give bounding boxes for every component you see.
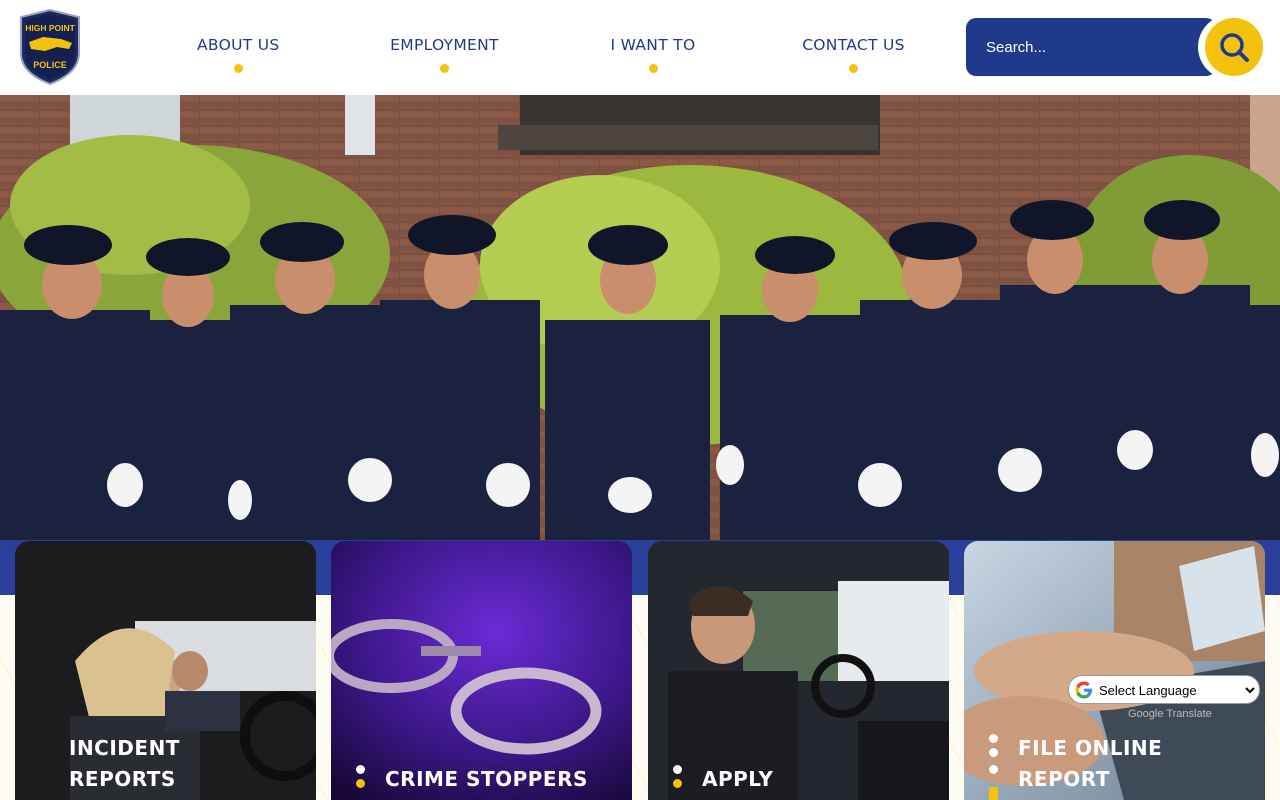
card-bullet — [989, 787, 998, 800]
nav-about-us[interactable]: ABOUT US — [197, 36, 279, 73]
card-bullet — [356, 765, 365, 774]
police-badge-icon: HIGH POINT POLICE — [20, 8, 80, 86]
card-title-line2: CRIME STOPPERS — [385, 767, 588, 791]
card-bullet — [989, 734, 998, 743]
nav-label: ABOUT US — [197, 36, 280, 54]
card-title-line2: REPORT — [1018, 767, 1110, 791]
officers-group-photo — [0, 95, 1280, 595]
site-header: HIGH POINT POLICE ABOUT US EMPLOYMENT I … — [0, 0, 1280, 95]
card-bullet — [989, 748, 998, 757]
handcuffs-photo — [331, 541, 632, 800]
card-title-line1: FILE ONLINE — [1018, 736, 1163, 760]
search-icon — [1220, 33, 1249, 62]
svg-text:HIGH POINT: HIGH POINT — [25, 23, 75, 33]
card-bullet — [356, 779, 365, 788]
card-bullet — [673, 779, 682, 788]
card-crime-stoppers[interactable]: CRIME STOPPERS — [331, 541, 632, 800]
nav-label: EMPLOYMENT — [390, 36, 499, 54]
officer-in-car-photo — [648, 541, 949, 800]
search-button[interactable] — [1198, 14, 1266, 80]
nav-dot — [648, 64, 658, 73]
site-logo[interactable]: HIGH POINT POLICE — [17, 8, 83, 86]
nav-employment[interactable]: EMPLOYMENT — [388, 36, 501, 73]
card-incident-reports[interactable]: INCIDENT REPORTS — [15, 541, 316, 800]
hero-photo — [0, 95, 1280, 595]
nav-dot — [440, 64, 449, 73]
nav-contact-us[interactable]: CONTACT US — [801, 36, 906, 73]
language-selector[interactable]: Select Language — [1068, 675, 1260, 704]
nav-dot — [233, 64, 243, 73]
search-box — [966, 18, 1216, 76]
powered-by-google-translate[interactable]: Google Translate — [1128, 708, 1212, 720]
card-apply[interactable]: APPLY — [648, 541, 949, 800]
language-select[interactable]: Select Language — [1095, 679, 1258, 701]
nav-dot — [849, 64, 858, 73]
search-bar — [966, 14, 1266, 80]
svg-text:POLICE: POLICE — [33, 60, 67, 70]
card-title-line2: REPORTS — [69, 767, 176, 791]
google-g-icon — [1075, 681, 1092, 699]
nav-label: I WANT TO — [610, 36, 696, 54]
card-file-online-report[interactable]: FILE ONLINE REPORT — [964, 541, 1265, 800]
card-title-line2: APPLY — [702, 767, 774, 791]
card-bullet — [989, 765, 998, 774]
search-button-circle — [1205, 18, 1263, 76]
card-bullet — [673, 765, 682, 774]
search-input[interactable] — [986, 37, 1186, 57]
nav-i-want-to[interactable]: I WANT TO — [610, 36, 696, 73]
card-title-line1: INCIDENT — [69, 736, 180, 760]
nav-label: CONTACT US — [802, 36, 905, 54]
